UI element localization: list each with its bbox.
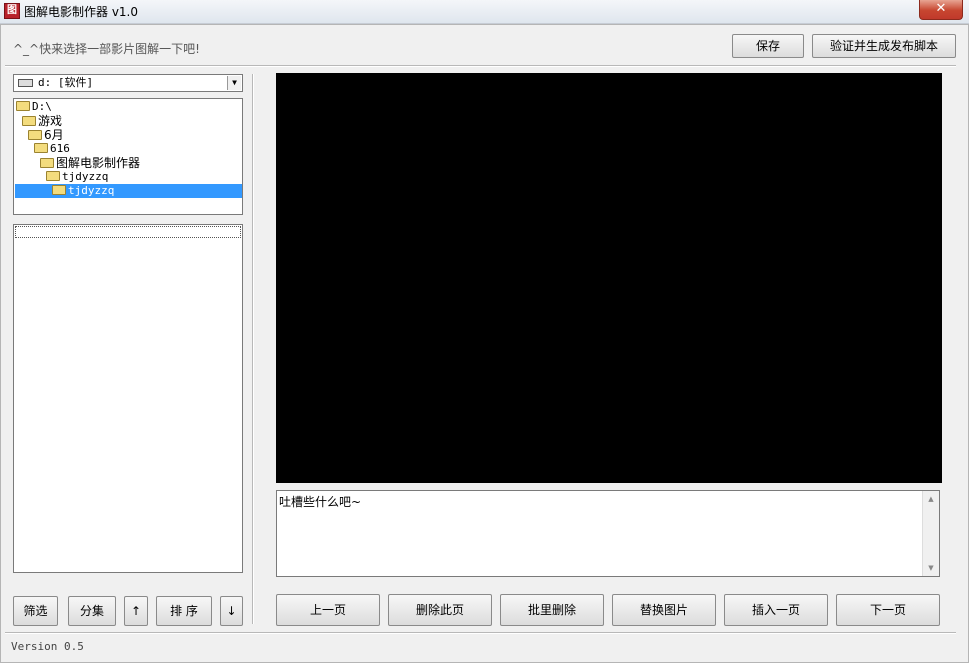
image-preview: [276, 73, 942, 483]
folder-open-icon: [52, 185, 66, 195]
tree-item-selected[interactable]: tjdyzzq: [52, 184, 114, 198]
prev-page-button[interactable]: 上一页: [276, 594, 380, 626]
drive-value: d: [软件]: [38, 76, 94, 89]
drive-icon: [18, 79, 33, 87]
folder-open-icon: [46, 171, 60, 181]
replace-image-button[interactable]: 替换图片: [612, 594, 716, 626]
folder-open-icon: [40, 158, 54, 168]
comment-text: 吐槽些什么吧~: [279, 495, 362, 509]
insert-page-button[interactable]: 插入一页: [724, 594, 828, 626]
tree-item[interactable]: 图解电影制作器: [40, 156, 140, 170]
file-list[interactable]: [13, 224, 243, 573]
verify-publish-button[interactable]: 验证并生成发布脚本: [812, 34, 956, 58]
comment-textarea[interactable]: 吐槽些什么吧~ ▲ ▼: [276, 490, 940, 577]
hint-text: ^_^快来选择一部影片图解一下吧!: [13, 42, 200, 56]
version-label: Version 0.5: [11, 640, 84, 653]
tree-item[interactable]: 6月: [28, 128, 64, 142]
move-up-button[interactable]: ↑: [124, 596, 148, 626]
tree-item-label: tjdyzzq: [68, 184, 115, 197]
chevron-down-icon[interactable]: ▼: [227, 76, 241, 90]
footer-divider: [5, 632, 956, 634]
batch-delete-button[interactable]: 批里删除: [500, 594, 604, 626]
left-panel: d: [软件] ▼ D:\ 游戏 6月 616 图解电影制作器 tjdyzzq: [11, 72, 252, 628]
header-divider: [5, 65, 956, 67]
folder-open-icon: [16, 101, 30, 111]
tree-item[interactable]: tjdyzzq: [46, 170, 108, 184]
tree-item-label: tjdyzzq: [62, 170, 109, 183]
filter-button[interactable]: 筛选: [13, 596, 58, 626]
move-down-button[interactable]: ↓: [220, 596, 243, 626]
sort-button[interactable]: 排 序: [156, 596, 212, 626]
scroll-up-icon[interactable]: ▲: [923, 491, 939, 507]
tree-item-label: D:\: [32, 100, 52, 113]
tree-item[interactable]: D:\: [16, 100, 52, 114]
tree-selection: [15, 184, 242, 198]
main-window: ^_^快来选择一部影片图解一下吧! 保存 验证并生成发布脚本 d: [软件] ▼…: [0, 24, 969, 663]
tree-item-label: 616: [50, 142, 70, 155]
next-page-button[interactable]: 下一页: [836, 594, 940, 626]
title-bar: 图 图解电影制作器 v1.0 ✕: [0, 0, 969, 24]
drive-select[interactable]: d: [软件] ▼: [13, 74, 243, 92]
folder-open-icon: [28, 130, 42, 140]
comment-scrollbar[interactable]: ▲ ▼: [922, 491, 939, 576]
focus-row[interactable]: [15, 226, 241, 238]
close-button[interactable]: ✕: [919, 0, 963, 20]
tree-item-label: 图解电影制作器: [56, 156, 141, 170]
save-button[interactable]: 保存: [732, 34, 804, 58]
folder-open-icon: [22, 116, 36, 126]
app-icon: 图: [4, 3, 20, 19]
window-title: 图解电影制作器 v1.0: [24, 5, 139, 19]
scroll-down-icon[interactable]: ▼: [923, 560, 939, 576]
group-button[interactable]: 分集: [68, 596, 116, 626]
folder-tree[interactable]: D:\ 游戏 6月 616 图解电影制作器 tjdyzzq tjdyzzq: [13, 98, 243, 215]
folder-open-icon: [34, 143, 48, 153]
tree-item-label: 游戏: [38, 114, 63, 128]
tree-item[interactable]: 616: [34, 142, 70, 156]
close-icon: ✕: [935, 1, 947, 16]
delete-page-button[interactable]: 删除此页: [388, 594, 492, 626]
tree-item-label: 6月: [44, 128, 64, 142]
panel-divider: [252, 74, 254, 624]
tree-item[interactable]: 游戏: [22, 114, 62, 128]
